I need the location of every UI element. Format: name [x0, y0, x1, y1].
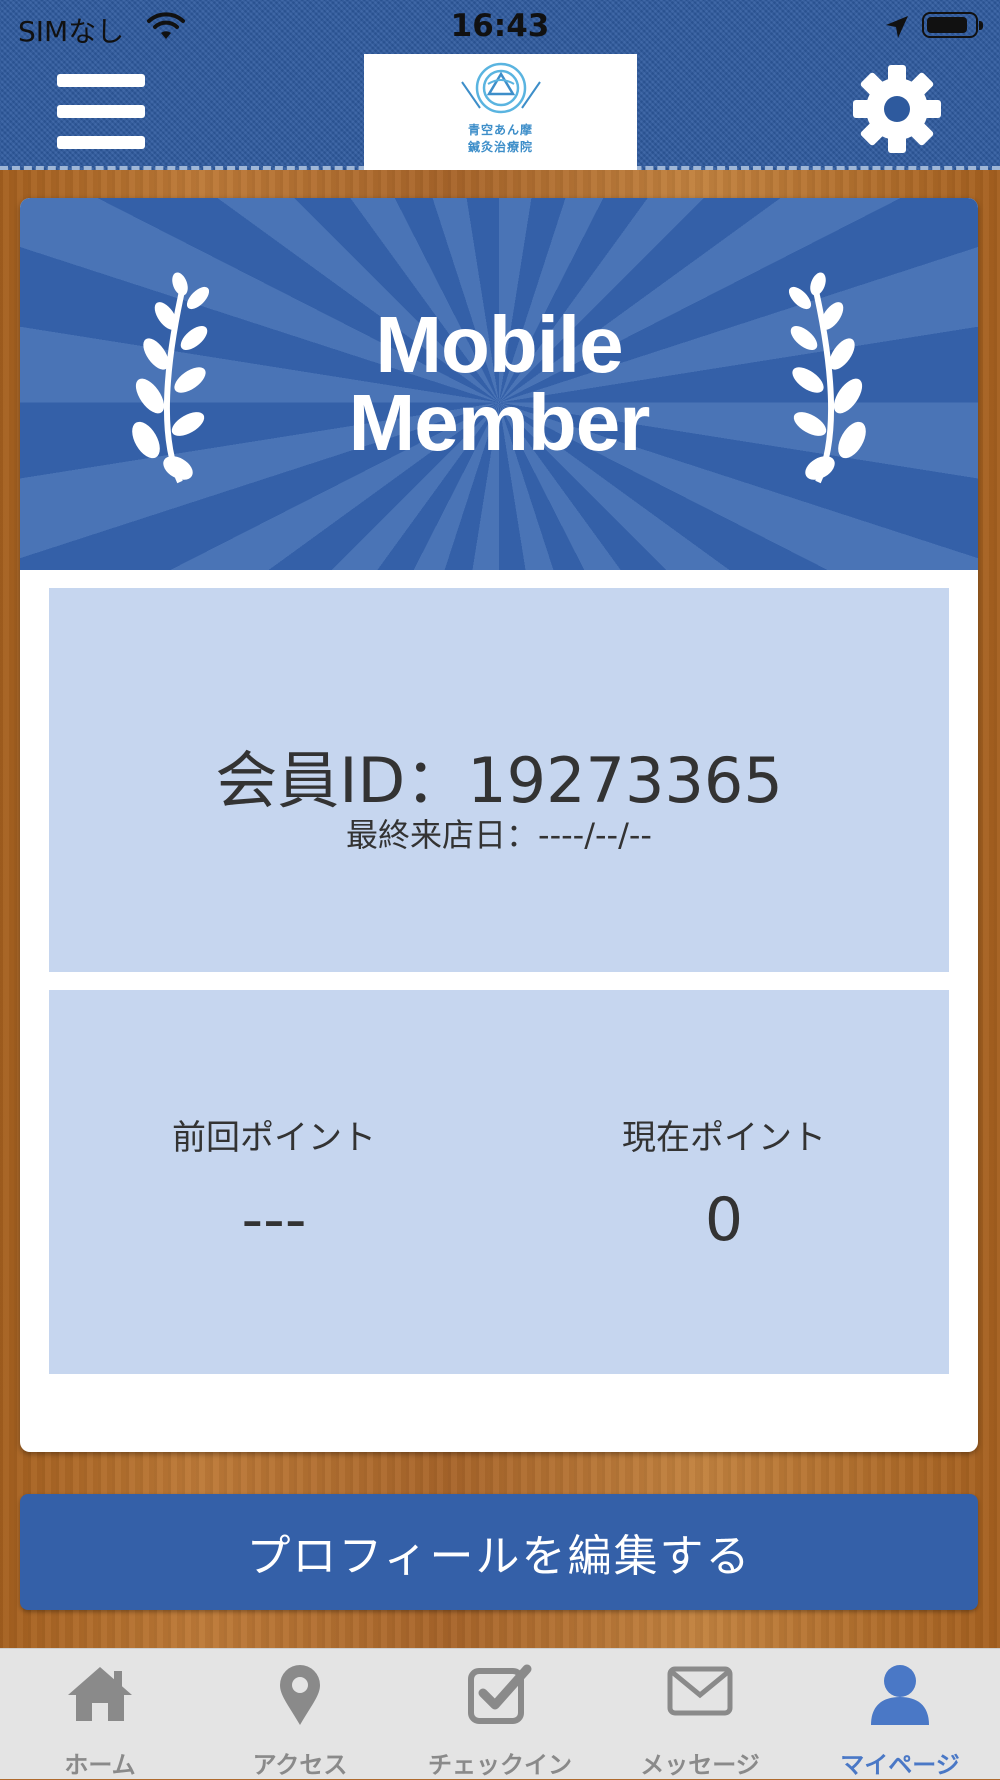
previous-points-label: 前回ポイント [172, 1118, 376, 1158]
gear-icon[interactable] [852, 64, 942, 154]
tab-access[interactable]: アクセス [200, 1649, 400, 1779]
last-visit-date: 最終来店日：----/--/-- [346, 816, 652, 854]
tab-label: チェックイン [428, 1751, 572, 1779]
tab-label: アクセス [252, 1751, 348, 1779]
app-header: SIMなし 16:43 青空あん摩 鍼灸治療院 [0, 0, 1000, 170]
logo-mark-icon [461, 62, 541, 114]
tab-checkin[interactable]: チェックイン [400, 1649, 600, 1779]
user-icon [871, 1665, 929, 1725]
clinic-logo: 青空あん摩 鍼灸治療院 [364, 54, 637, 170]
member-banner: Mobile Member [20, 198, 978, 570]
tab-message[interactable]: メッセージ [600, 1649, 800, 1779]
tab-home[interactable]: ホーム [0, 1649, 200, 1779]
member-id-panel: 会員ID：19273365 最終来店日：----/--/-- [49, 588, 949, 972]
tab-label: メッセージ [640, 1751, 760, 1779]
clock: 16:43 [450, 8, 550, 44]
logo-text: 青空あん摩 鍼灸治療院 [364, 122, 637, 156]
points-panel: 前回ポイント --- 現在ポイント 0 [49, 990, 949, 1374]
map-pin-icon [280, 1665, 320, 1725]
logo-text-line1: 青空あん摩 [467, 123, 533, 137]
tab-mypage[interactable]: マイページ [800, 1649, 1000, 1779]
member-id: 会員ID：19273365 [215, 744, 783, 817]
tab-label: ホーム [64, 1751, 136, 1779]
tab-label: マイページ [840, 1751, 960, 1779]
location-arrow-icon [886, 16, 908, 38]
previous-points: 前回ポイント --- [49, 1110, 499, 1255]
bottom-tab-bar: ホーム アクセス チェックイン メッセージ マイページ [0, 1648, 1000, 1779]
current-points-value: 0 [704, 1185, 744, 1255]
checkbox-icon [468, 1664, 532, 1724]
current-points-label: 現在ポイント [622, 1118, 826, 1158]
battery-icon [922, 12, 983, 38]
member-card: Mobile Member 会員ID：19273365 最終来店日：----/-… [20, 198, 978, 1452]
edit-profile-button[interactable]: プロフィールを編集する [20, 1494, 978, 1610]
logo-text-line2: 鍼灸治療院 [467, 140, 533, 154]
previous-points-value: --- [241, 1185, 307, 1255]
home-icon [68, 1667, 132, 1721]
hamburger-menu-icon[interactable] [57, 74, 145, 150]
laurel-right-icon [788, 272, 866, 484]
envelope-icon [667, 1666, 733, 1716]
current-points: 現在ポイント 0 [499, 1110, 949, 1255]
